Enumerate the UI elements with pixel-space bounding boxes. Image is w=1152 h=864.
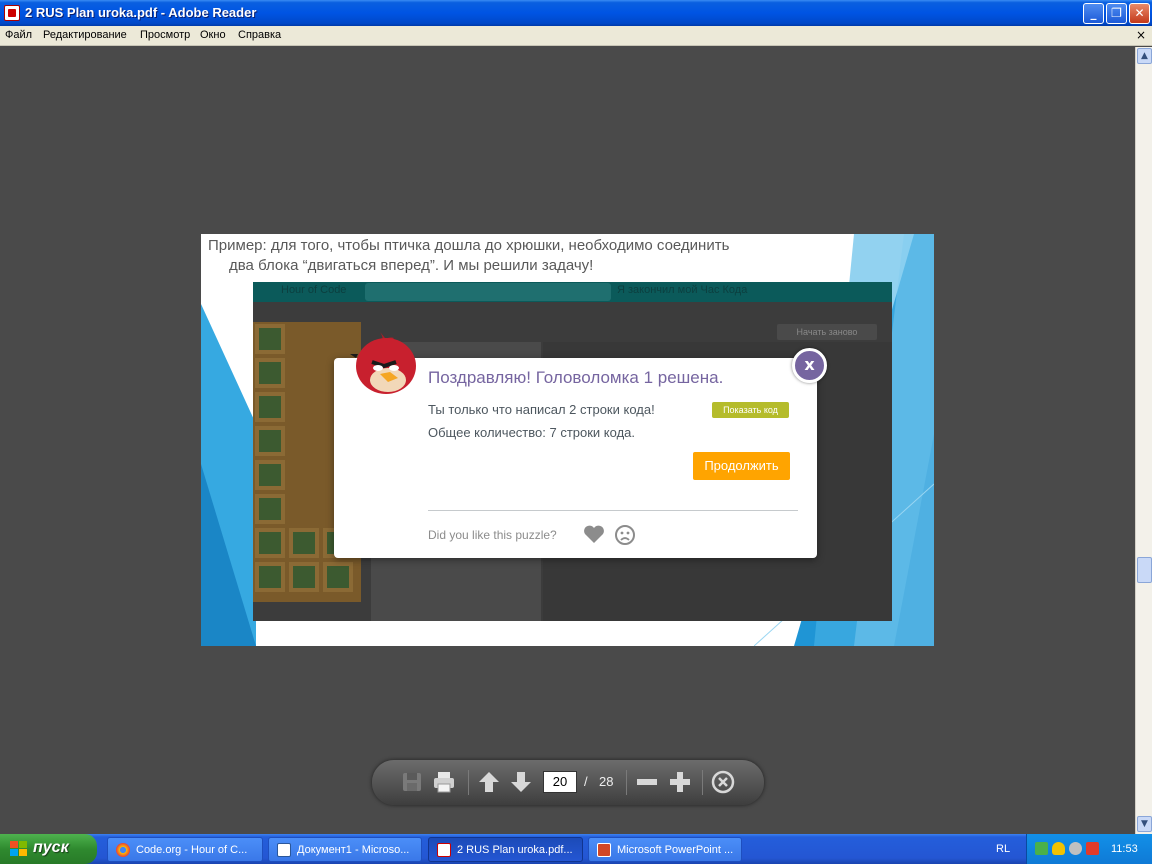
minimize-button[interactable]: _	[1083, 3, 1104, 24]
taskbar-item-label: Code.org - Hour of C...	[136, 844, 248, 856]
adobe-reader-icon	[4, 5, 20, 21]
taskbar-item-pdf[interactable]: 2 RUS Plan uroka.pdf...	[428, 837, 583, 862]
arrow-down-icon[interactable]	[508, 769, 534, 795]
taskbar-item-chrome[interactable]: Code.org - Hour of C...	[107, 837, 263, 862]
total-pages: 28	[599, 774, 614, 789]
save-icon[interactable]	[399, 769, 425, 795]
maze-tile	[289, 528, 319, 558]
caption-line-2: два блока “двигаться вперед”. И мы решил…	[229, 257, 594, 274]
chrome-icon	[116, 843, 130, 857]
security-shield-icon[interactable]	[1052, 842, 1065, 855]
maze-tile	[255, 494, 285, 524]
toolbar-separator	[702, 770, 703, 795]
taskbar: пуск Code.org - Hour of C... Документ1 -…	[0, 834, 1152, 864]
maximize-button[interactable]: ❐	[1106, 3, 1127, 24]
slide-decoration-left	[201, 304, 256, 646]
maze-tile	[255, 392, 285, 422]
page-number-input[interactable]: 20	[543, 771, 577, 793]
word-icon	[277, 843, 291, 857]
window-title: 2 RUS Plan uroka.pdf - Adobe Reader	[25, 5, 257, 20]
language-indicator[interactable]: RL	[996, 843, 1010, 855]
maze-tile	[255, 358, 285, 388]
feedback-question: Did you like this puzzle?	[428, 528, 557, 542]
total-lines-text: Общее количество: 7 строки кода.	[428, 425, 635, 440]
floating-toolbar: 20 / 28	[372, 760, 764, 805]
taskbar-item-label: Microsoft PowerPoint ...	[617, 844, 734, 856]
show-code-button: Показать код	[712, 402, 789, 418]
pdf-icon	[437, 843, 451, 857]
print-icon[interactable]	[431, 769, 457, 795]
start-button[interactable]: пуск	[0, 834, 97, 864]
heart-icon	[584, 525, 604, 543]
lines-written-text: Ты только что написал 2 строки кода!	[428, 402, 655, 417]
toolbar-separator	[626, 770, 627, 795]
toolbar-separator	[468, 770, 469, 795]
menu-file[interactable]: Файл	[5, 29, 32, 41]
menu-window[interactable]: Окно	[200, 29, 226, 41]
menu-bar: Файл Редактирование Просмотр Окно Справк…	[0, 26, 1152, 46]
maze-tile	[255, 426, 285, 456]
maze-tile	[255, 528, 285, 558]
taskbar-item-powerpoint[interactable]: Microsoft PowerPoint ...	[588, 837, 742, 862]
scroll-thumb[interactable]	[1137, 557, 1152, 583]
clock[interactable]: 11:53	[1111, 843, 1138, 855]
zoom-out-icon[interactable]	[634, 769, 660, 795]
puzzle-progress-bar	[365, 283, 611, 301]
vertical-scrollbar[interactable]: ▲ ▼	[1135, 47, 1152, 834]
menu-edit[interactable]: Редактирование	[43, 29, 127, 41]
scroll-up-icon[interactable]: ▲	[1137, 48, 1152, 64]
dialog-divider	[428, 510, 798, 511]
close-circle-icon[interactable]	[710, 769, 736, 795]
antivirus-icon[interactable]	[1086, 842, 1099, 855]
maze-tile	[255, 324, 285, 354]
volume-icon[interactable]	[1069, 842, 1082, 855]
system-tray: 11:53	[1026, 834, 1152, 864]
puzzle-solved-dialog: Поздравляю! Головоломка 1 решена. Ты тол…	[334, 332, 827, 558]
window-title-bar[interactable]: 2 RUS Plan uroka.pdf - Adobe Reader _ ❐ …	[0, 0, 1152, 26]
taskbar-item-word[interactable]: Документ1 - Microso...	[268, 837, 422, 862]
angry-bird-icon	[350, 332, 416, 394]
restart-button: Начать заново	[777, 324, 877, 340]
finish-hour-link: Я закончил мой Час Кода	[617, 284, 748, 296]
maze-tile	[289, 562, 319, 592]
taskbar-item-label: 2 RUS Plan uroka.pdf...	[457, 844, 573, 856]
taskbar-item-label: Документ1 - Microso...	[297, 844, 410, 856]
zoom-in-icon[interactable]	[667, 769, 693, 795]
arrow-up-icon[interactable]	[476, 769, 502, 795]
menu-view[interactable]: Просмотр	[140, 29, 190, 41]
maze-tile	[323, 562, 353, 592]
game-header-title: Hour of Code	[281, 284, 347, 296]
pdf-page: Пример: для того, чтобы птичка дошла до …	[201, 234, 934, 646]
page-separator: /	[584, 774, 588, 789]
close-document-icon[interactable]: ×	[1136, 28, 1146, 42]
network-icon[interactable]	[1035, 842, 1048, 855]
dialog-title: Поздравляю! Головоломка 1 решена.	[428, 368, 724, 387]
close-window-button[interactable]: ✕	[1129, 3, 1150, 24]
game-header: Hour of Code Я закончил мой Час Кода	[253, 282, 892, 302]
continue-button: Продолжить	[693, 452, 790, 480]
start-label: пуск	[33, 839, 69, 856]
sad-face-icon	[615, 525, 635, 545]
powerpoint-icon	[597, 843, 611, 857]
menu-help[interactable]: Справка	[238, 29, 281, 41]
game-screenshot: Hour of Code Я закончил мой Час Кода Нач…	[253, 282, 892, 621]
dialog-close-button: x	[792, 348, 827, 383]
maze-tile	[255, 562, 285, 592]
scroll-down-icon[interactable]: ▼	[1137, 816, 1152, 832]
maze-tile	[255, 460, 285, 490]
windows-flag-icon	[10, 841, 27, 856]
caption-line-1: Пример: для того, чтобы птичка дошла до …	[208, 237, 730, 254]
slide-caption: Пример: для того, чтобы птичка дошла до …	[208, 236, 808, 276]
